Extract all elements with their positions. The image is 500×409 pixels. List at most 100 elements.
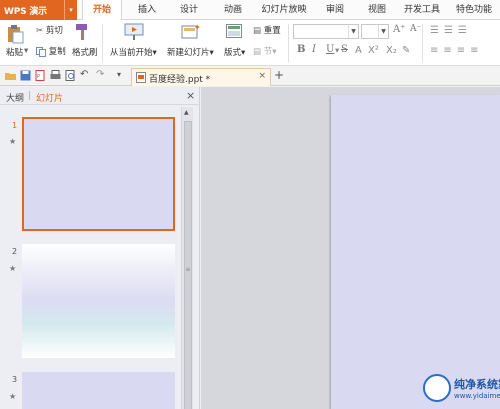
ribbon-toolbar: 粘贴 ▾ ✂ 剪切 复制 格式刷 从当前开始▾ ✦ 新建幻灯片▾ 版式▾ ▤ 重… [0,20,500,66]
tab-home[interactable]: 开始 [82,0,122,21]
export-pdf-icon[interactable]: P [35,70,46,81]
section-icon: ▤ [253,46,262,57]
panel-header: 大纲 | 幻灯片 × [0,87,200,105]
app-name: WPS 演示 [4,7,47,17]
font-size-select[interactable]: ▼ [361,24,389,39]
copy-icon [36,46,46,57]
section-label: 节 [263,47,273,57]
print-icon[interactable] [50,70,61,81]
shadow-icon[interactable]: A [355,45,362,56]
presentation-file-icon [136,72,146,83]
close-tab-icon[interactable]: × [258,71,266,81]
menu-tab-bar: WPS 演示 ▾ 开始 插入 设计 动画 幻灯片放映 审阅 视图 开发工具 特色… [0,0,500,21]
paste-label[interactable]: 粘贴 [6,46,23,58]
document-tab-name: 百度经验.ppt * [149,75,211,85]
close-panel-icon[interactable]: × [186,89,195,102]
new-tab-icon[interactable]: + [274,68,284,82]
font-size-chevron-icon: ▼ [378,25,388,38]
scroll-up-icon[interactable]: ▲ [184,109,189,116]
tab-review[interactable]: 审阅 [318,0,352,20]
app-menu-button[interactable]: WPS 演示 ▾ [0,0,77,20]
app-menu-chevron-icon[interactable]: ▾ [64,0,77,20]
layout-button[interactable]: 版式▾ [224,46,245,58]
animation-star-icon: ★ [9,392,17,401]
svg-text:P: P [37,74,40,80]
reset-button[interactable]: ▤ 重置 [253,24,281,37]
new-slide-label: 新建幻灯片 [167,48,210,58]
watermark-logo-icon [423,374,451,402]
superscript-icon[interactable]: X² [368,45,379,56]
layout-label: 版式 [224,48,242,58]
ribbon-divider [102,24,103,62]
panel-scrollbar[interactable]: ▲ ≡ [181,107,193,409]
paste-button[interactable] [6,24,24,44]
font-shrink-button[interactable]: A⁻ [410,24,421,34]
scissors-icon: ✂ [36,25,44,36]
format-painter-label[interactable]: 格式刷 [72,46,98,58]
new-slide-icon[interactable]: ✦ [181,23,201,41]
quick-access-bar: P ↶ ↷ ▾ 百度经验.ppt * × + [0,66,500,86]
save-icon[interactable] [20,70,31,81]
underline-button[interactable]: U [326,44,334,55]
clear-format-icon[interactable]: ✎ [402,45,410,56]
scrollbar-thumb[interactable]: ≡ [184,121,192,409]
tab-insert[interactable]: 插入 [130,0,164,20]
new-slide-button[interactable]: 新建幻灯片▾ [167,46,214,58]
slide-number: 1 [12,121,18,130]
font-grow-button[interactable]: A⁺ [393,24,406,35]
reset-label: 重置 [263,26,281,36]
open-folder-icon[interactable] [5,70,16,81]
print-preview-icon[interactable] [65,70,76,81]
customize-chevron-icon[interactable]: ▾ [117,70,121,79]
undo-icon[interactable]: ↶ [80,69,88,80]
section-button[interactable]: ▤ 节▾ [253,45,277,58]
new-slide-chevron-icon: ▾ [209,48,214,58]
align-controls-icon[interactable]: ≡≡≡≡ [430,45,484,56]
from-current-button[interactable]: 从当前开始▾ [110,46,157,58]
tab-design[interactable]: 设计 [172,0,206,20]
watermark-title: 纯净系统家园 [454,378,500,391]
font-family-chevron-icon: ▼ [348,25,358,38]
cut-button[interactable]: ✂ 剪切 [36,24,63,37]
list-controls-icon[interactable]: ☰☰☰ [430,25,472,36]
font-family-select[interactable]: ▼ [293,24,359,39]
tab-view[interactable]: 视图 [360,0,394,20]
slide-thumbnail-3[interactable] [22,372,175,409]
layout-chevron-icon: ▾ [241,48,246,58]
copy-label: 复制 [48,47,66,57]
underline-chevron-icon[interactable]: ▾ [335,46,339,56]
slide-thumbnail-2[interactable] [22,244,175,358]
panel-tab-separator: | [28,91,32,101]
paste-icon [8,25,24,44]
watermark: 纯净系统家园 www.yidaimei.com [423,350,500,409]
redo-icon[interactable]: ↷ [96,69,104,80]
document-tab[interactable]: 百度经验.ppt * × [131,68,271,86]
slide-number: 2 [12,247,18,256]
slides-panel: 大纲 | 幻灯片 × 1 ★ 2 ★ 3 ★ ▲ ≡ [0,87,200,409]
ribbon-divider [422,24,423,62]
tab-outline[interactable]: 大纲 [6,91,24,104]
section-chevron-icon: ▾ [272,47,277,57]
animation-star-icon: ★ [9,137,17,146]
format-painter-icon[interactable] [74,23,90,41]
layout-icon[interactable] [226,24,242,38]
from-current-chevron-icon: ▾ [152,48,157,58]
svg-text:✦: ✦ [194,23,201,32]
ribbon-divider [288,24,289,62]
strikethrough-button[interactable]: S [341,44,348,55]
italic-button[interactable]: I [312,44,316,55]
tab-slideshow[interactable]: 幻灯片放映 [256,0,312,20]
slide-thumbnail-1[interactable] [22,117,175,231]
animation-star-icon: ★ [9,264,17,273]
tab-features[interactable]: 特色功能 [450,0,498,20]
subscript-icon[interactable]: X₂ [386,45,397,56]
copy-button[interactable]: 复制 [36,45,66,57]
bold-button[interactable]: B [297,44,305,55]
tab-slides[interactable]: 幻灯片 [36,91,63,104]
tab-developer[interactable]: 开发工具 [398,0,446,20]
paste-chevron-icon[interactable]: ▾ [24,46,28,56]
tab-animation[interactable]: 动画 [216,0,250,20]
from-current-icon[interactable] [124,23,144,41]
slide-number: 3 [12,375,18,384]
scrollbar-grip-icon: ≡ [185,266,191,273]
